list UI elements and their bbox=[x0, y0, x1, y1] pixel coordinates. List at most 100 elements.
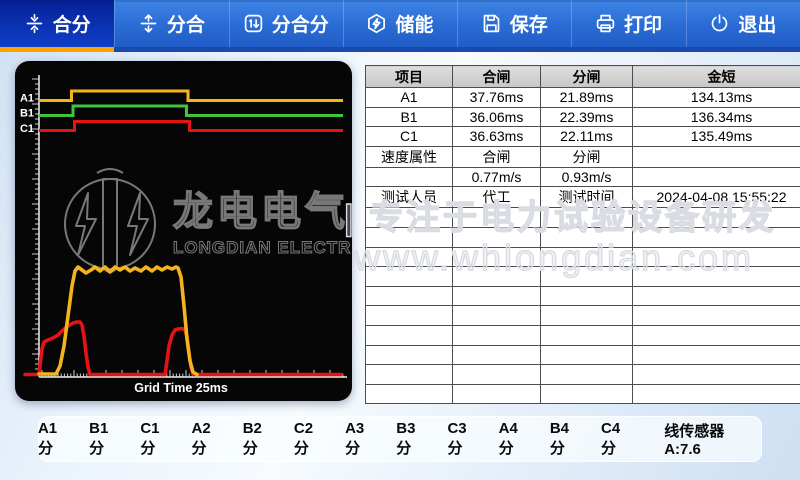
table-cell: 22.11ms bbox=[541, 127, 633, 147]
table-cell bbox=[366, 384, 453, 404]
status-item: B4 分 bbox=[550, 420, 587, 458]
table-cell bbox=[633, 384, 800, 404]
status-item: C1 分 bbox=[140, 420, 177, 458]
status-item: B1 分 bbox=[89, 420, 126, 458]
table-cell bbox=[366, 306, 453, 326]
table-cell: 136.34ms bbox=[633, 107, 800, 127]
split-arrows-icon bbox=[138, 13, 159, 34]
tab-label: 退出 bbox=[738, 10, 776, 37]
table-cell: 36.06ms bbox=[453, 107, 541, 127]
tab-label: 分合分 bbox=[272, 10, 329, 37]
trace-a1-contact bbox=[39, 91, 343, 101]
status-item: C4 分 bbox=[601, 420, 638, 458]
table-cell bbox=[453, 286, 541, 306]
tab-label: 打印 bbox=[624, 10, 662, 37]
table-row-empty bbox=[366, 365, 800, 385]
grid-time-label: Grid Time 25ms bbox=[134, 381, 228, 395]
table-row-empty bbox=[366, 325, 800, 345]
watermark-logo-en: LONGDIAN ELECTRIC bbox=[173, 238, 352, 257]
table-row: 测试人员代工测试时间2024-04-08 15:55:22 bbox=[366, 187, 800, 208]
status-item: A4 分 bbox=[499, 420, 536, 458]
tab-label: 分合 bbox=[167, 10, 205, 37]
table-cell bbox=[366, 325, 453, 345]
table-row: 0.77m/s0.93m/s bbox=[366, 167, 800, 187]
navbar: 合分 分合 分合分 储能 保存 打印 退出 bbox=[0, 0, 800, 52]
line-sensor-value: 线传感器 A:7.6 bbox=[664, 420, 762, 458]
table-cell bbox=[633, 227, 800, 247]
table-cell: 134.13ms bbox=[633, 88, 800, 108]
table-cell bbox=[633, 146, 800, 167]
table-cell bbox=[541, 345, 633, 365]
table-row-empty bbox=[366, 247, 800, 267]
tab-exit[interactable]: 退出 bbox=[686, 0, 800, 52]
table-cell bbox=[453, 227, 541, 247]
trace-b1-contact bbox=[39, 106, 343, 116]
table-cell bbox=[541, 227, 633, 247]
table-row-empty bbox=[366, 267, 800, 287]
status-item: B3 分 bbox=[396, 420, 433, 458]
table-row: C136.63ms22.11ms135.49ms bbox=[366, 127, 800, 147]
table-cell: 测试时间 bbox=[541, 187, 633, 208]
status-item: A3 分 bbox=[345, 420, 382, 458]
table-cell bbox=[633, 247, 800, 267]
table-cell: 135.49ms bbox=[633, 127, 800, 147]
channel-label-c1: C1 bbox=[20, 123, 34, 135]
table-cell bbox=[633, 325, 800, 345]
table-cell: 0.93m/s bbox=[541, 167, 633, 187]
table-cell bbox=[366, 227, 453, 247]
table-row-empty bbox=[366, 286, 800, 306]
table-cell: 37.76ms bbox=[453, 88, 541, 108]
channel-label-b1: B1 bbox=[20, 108, 34, 120]
trace-c1-contact bbox=[39, 122, 343, 131]
col-header: 项目 bbox=[366, 66, 453, 88]
channel-label-a1: A1 bbox=[20, 93, 34, 105]
col-header: 分闸 bbox=[541, 66, 633, 88]
tab-label: 合分 bbox=[53, 10, 91, 37]
status-bar: A1 分B1 分C1 分A2 分B2 分C2 分A3 分B3 分C3 分A4 分… bbox=[38, 416, 762, 462]
trace-coil-current-red bbox=[25, 322, 341, 375]
table-cell: 速度属性 bbox=[366, 146, 453, 167]
table-cell bbox=[453, 345, 541, 365]
tab-print[interactable]: 打印 bbox=[571, 0, 685, 52]
oscillogram-panel: 龙电电气 LONGDIAN ELECTRIC A1 B1 C1 Grid Tim… bbox=[15, 61, 352, 401]
table-cell bbox=[633, 345, 800, 365]
status-item: A2 分 bbox=[192, 420, 229, 458]
tab-label: 保存 bbox=[510, 10, 548, 37]
table-cell: B1 bbox=[366, 107, 453, 127]
table-row-empty bbox=[366, 345, 800, 365]
table-cell bbox=[541, 247, 633, 267]
table-cell bbox=[453, 208, 541, 228]
table-cell: 测试人员 bbox=[366, 187, 453, 208]
table-cell: 22.39ms bbox=[541, 107, 633, 127]
table-cell bbox=[453, 306, 541, 326]
table-cell: 0.77m/s bbox=[453, 167, 541, 187]
status-item: C2 分 bbox=[294, 420, 331, 458]
tab-open-close-open[interactable]: 分合分 bbox=[229, 0, 343, 52]
tab-label: 储能 bbox=[395, 10, 433, 37]
tab-save[interactable]: 保存 bbox=[457, 0, 571, 52]
table-cell bbox=[541, 325, 633, 345]
tab-open-close[interactable]: 分合 bbox=[114, 0, 228, 52]
save-icon bbox=[481, 13, 502, 34]
table-cell bbox=[633, 167, 800, 187]
oscillogram-chart: 龙电电气 LONGDIAN ELECTRIC A1 B1 C1 Grid Tim… bbox=[15, 61, 352, 401]
power-icon bbox=[709, 13, 730, 34]
table-cell: C1 bbox=[366, 127, 453, 147]
longdian-logo-watermark bbox=[65, 169, 155, 272]
sequence-box-icon bbox=[243, 13, 264, 34]
tab-energy-storage[interactable]: 储能 bbox=[343, 0, 457, 52]
table-cell bbox=[453, 384, 541, 404]
table-cell bbox=[366, 345, 453, 365]
table-cell bbox=[366, 167, 453, 187]
status-item: B2 分 bbox=[243, 420, 280, 458]
table-row-empty bbox=[366, 227, 800, 247]
table-cell bbox=[633, 286, 800, 306]
table-cell bbox=[453, 267, 541, 287]
printer-icon bbox=[595, 13, 616, 34]
col-header: 金短 bbox=[633, 66, 800, 88]
tab-close-open[interactable]: 合分 bbox=[0, 0, 114, 52]
table-cell: 2024-04-08 15:55:22 bbox=[633, 187, 800, 208]
table-row-empty bbox=[366, 208, 800, 228]
table-cell bbox=[633, 365, 800, 385]
table-row: A137.76ms21.89ms134.13ms bbox=[366, 88, 800, 108]
